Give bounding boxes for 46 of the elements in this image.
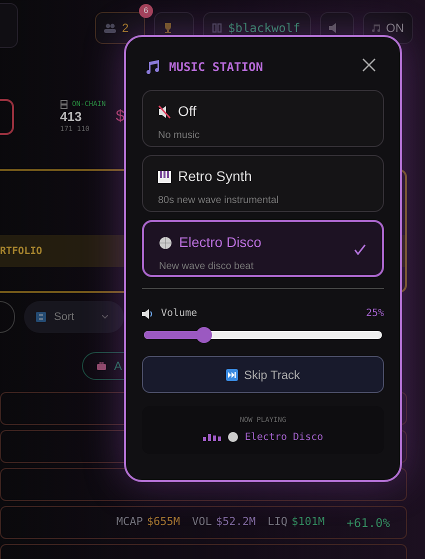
music-note-icon xyxy=(372,23,380,33)
field-value: $52.2M xyxy=(216,514,256,530)
station-option[interactable]: Electro Disco New wave disco beat xyxy=(142,220,384,277)
volume-reading: 25% xyxy=(366,307,384,321)
slider-thumb[interactable] xyxy=(196,327,212,343)
disco-ball-icon xyxy=(159,236,172,250)
players-button[interactable]: 2 xyxy=(95,12,145,44)
mute-icon xyxy=(158,104,171,118)
station-option[interactable]: Off No music xyxy=(142,90,384,147)
token-row[interactable]: MCAP $655M VOL $52.2M LIQ $101M +61.0% xyxy=(0,506,407,539)
checkmark-icon xyxy=(354,244,366,255)
link-icon xyxy=(212,23,222,33)
chain-icon xyxy=(60,100,68,109)
station-name: Retro Synth xyxy=(178,167,252,186)
field-value: $101M xyxy=(292,514,325,530)
players-count: 2 xyxy=(122,20,129,37)
change-value: +61.0% xyxy=(346,514,390,532)
speaker-icon xyxy=(142,308,153,318)
field-label: MCAP xyxy=(116,514,143,530)
station-description: 80s new wave instrumental xyxy=(158,194,279,208)
music-note-icon xyxy=(146,60,159,74)
field-label: LIQ xyxy=(268,514,288,530)
briefcase-icon xyxy=(97,362,106,370)
stat-value: 413 xyxy=(60,110,83,124)
skip-icon xyxy=(226,368,238,380)
currency-symbol: $ xyxy=(116,107,125,127)
equalizer-icon xyxy=(202,434,221,441)
chevron-icon xyxy=(102,315,108,319)
notification-badge: 6 xyxy=(139,4,153,18)
now-playing-track: Electro Disco xyxy=(244,430,324,445)
trophy-icon xyxy=(163,23,173,33)
dialog-title: MUSIC STATION xyxy=(169,59,263,76)
station-name: Electro Disco xyxy=(179,233,262,252)
stat-card xyxy=(0,99,14,135)
piano-icon xyxy=(158,170,171,184)
field-label: VOL xyxy=(192,514,212,530)
people-icon xyxy=(104,23,116,33)
field-value: $655M xyxy=(146,514,180,530)
disco-ball-icon xyxy=(228,432,238,442)
station-name: Off xyxy=(178,102,196,121)
username: $blackwolf xyxy=(228,20,300,37)
station-option[interactable]: Retro Synth 80s new wave instrumental xyxy=(142,155,384,212)
station-description: No music xyxy=(158,129,200,143)
volume-label: Volume xyxy=(161,307,198,321)
sort-select[interactable]: Sort xyxy=(24,301,124,333)
skip-track-button[interactable]: Skip Track xyxy=(142,356,384,393)
